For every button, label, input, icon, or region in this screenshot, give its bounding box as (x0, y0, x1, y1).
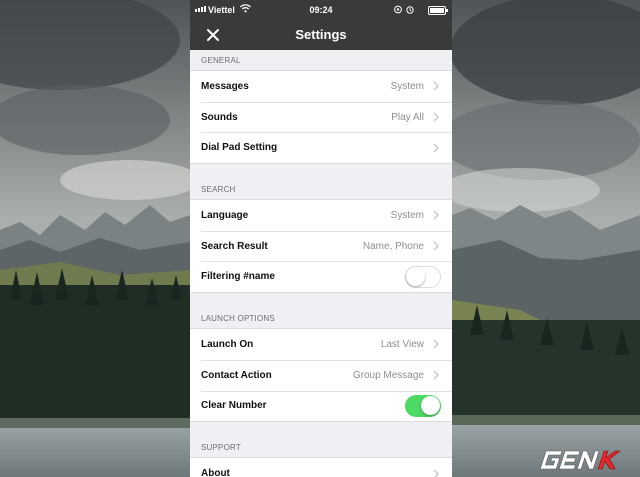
settings-list: GENERAL Messages System Sounds Play All … (190, 50, 452, 477)
row-label: Dial Pad Setting (201, 142, 278, 154)
clear-number-toggle[interactable] (405, 394, 441, 417)
settings-row-contact-action[interactable]: Contact Action Group Message (190, 359, 452, 391)
section-header-general: GENERAL (201, 56, 241, 65)
row-label: Search Result (201, 240, 268, 252)
row-label: Sounds (201, 111, 238, 123)
chevron-right-icon (433, 112, 439, 122)
row-label: Contact Action (201, 369, 272, 381)
toggle-knob (421, 395, 440, 415)
toggle-knob (406, 266, 425, 286)
genk-watermark-logo (533, 448, 633, 472)
row-value: Play All (391, 111, 424, 123)
row-label: Filtering #name (201, 271, 275, 283)
section-launch-options: Launch On Last View Contact Action Group… (190, 328, 452, 423)
section-general: Messages System Sounds Play All Dial Pad… (190, 70, 452, 165)
section-header-support: SUPPORT (201, 443, 241, 453)
status-icons (394, 5, 416, 16)
chevron-right-icon (433, 339, 439, 349)
row-label: Language (201, 209, 249, 221)
battery-icon (428, 6, 448, 15)
settings-row-about[interactable]: About (190, 458, 452, 477)
status-bar: Viettel 09:24 (190, 0, 452, 20)
chevron-right-icon (433, 143, 439, 153)
page-title: Settings (295, 27, 347, 42)
settings-row-sounds[interactable]: Sounds Play All (190, 101, 452, 133)
section-header-launch-options: LAUNCH OPTIONS (201, 314, 275, 324)
row-value: Last View (380, 338, 424, 350)
settings-row-language[interactable]: Language System (190, 200, 452, 231)
chevron-right-icon (433, 370, 439, 380)
chevron-right-icon (433, 81, 439, 91)
section-header-search: SEARCH (201, 185, 236, 195)
row-label: Messages (201, 80, 249, 92)
row-value: Group Message (352, 369, 424, 381)
section-search: Language System Search Result Name, Phon… (190, 199, 452, 294)
chevron-right-icon (433, 469, 439, 477)
row-value: System (390, 209, 424, 221)
chevron-right-icon (433, 210, 439, 220)
chevron-right-icon (433, 241, 439, 251)
settings-row-launch-on[interactable]: Launch On Last View (190, 329, 452, 360)
row-label: About (201, 468, 230, 477)
row-label: Launch On (201, 338, 254, 350)
section-support: About (190, 457, 452, 477)
phone-screen: Viettel 09:24 Settings GENERAL Messages … (190, 0, 452, 477)
settings-row-dial-pad[interactable]: Dial Pad Setting (190, 132, 452, 163)
filtering-name-toggle[interactable] (405, 265, 441, 288)
navigation-bar: Settings (190, 20, 452, 50)
row-label: Clear Number (201, 400, 267, 412)
settings-row-clear-number: Clear Number (190, 390, 452, 422)
settings-row-search-result[interactable]: Search Result Name, Phone (190, 230, 452, 262)
row-value: Name, Phone (362, 240, 424, 252)
row-value: System (390, 80, 424, 92)
settings-row-filtering-name: Filtering #name (190, 261, 452, 292)
settings-row-messages[interactable]: Messages System (190, 71, 452, 102)
